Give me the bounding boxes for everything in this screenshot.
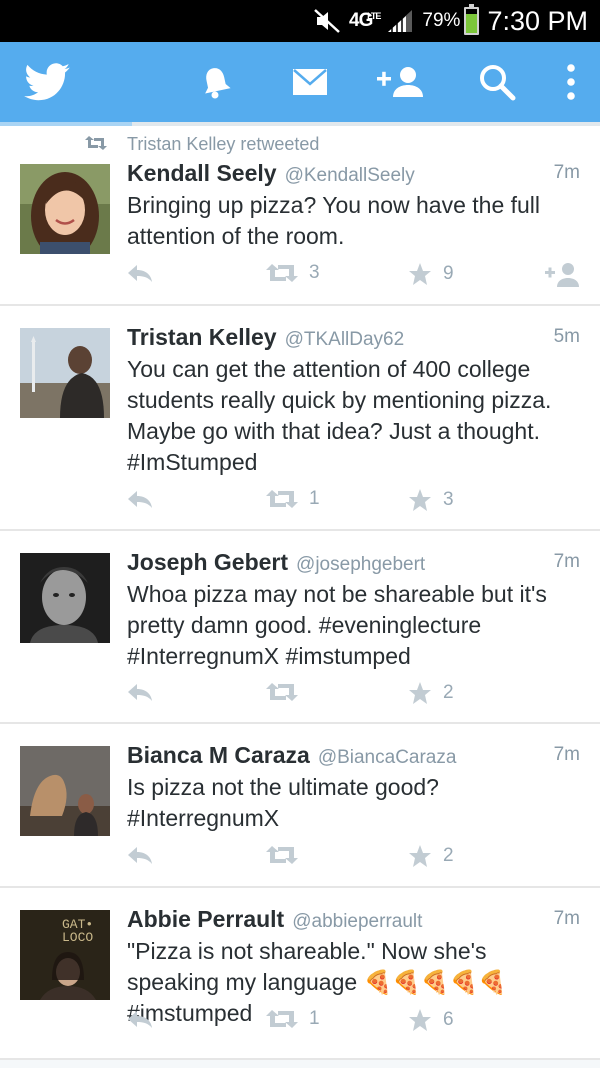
- author-name[interactable]: Joseph Gebert: [127, 549, 288, 576]
- tweet[interactable]: GAT• LOCO Abbie Perrault @abbieperrault …: [0, 888, 600, 1058]
- author-handle[interactable]: @KendallSeely: [285, 165, 415, 187]
- follow-icon[interactable]: [544, 262, 580, 288]
- retweet-count: 1: [309, 488, 320, 509]
- retweet-button[interactable]: 1: [265, 1008, 320, 1030]
- status-bar: 4G LTE 79% 7:30 PM: [0, 0, 600, 42]
- tweet-actions: 2: [127, 844, 580, 872]
- favorite-count: 2: [443, 845, 454, 866]
- battery-percent: 79%: [422, 10, 461, 31]
- add-user-icon[interactable]: [372, 42, 428, 122]
- author-handle[interactable]: @TKAllDay62: [285, 329, 405, 351]
- author-name[interactable]: Kendall Seely: [127, 160, 277, 187]
- reply-icon[interactable]: [127, 844, 153, 866]
- svg-text:LOCO: LOCO: [62, 930, 93, 945]
- tweet-text: You can get the attention of 400 college…: [127, 356, 552, 475]
- avatar[interactable]: GAT• LOCO: [20, 910, 110, 1000]
- retweet-icon: [84, 134, 108, 157]
- tweet[interactable]: Joseph Gebert @josephgebert 7m Whoa pizz…: [0, 531, 600, 724]
- tweet-actions: 2: [127, 681, 580, 709]
- tweet-text: Whoa pizza may not be shareable but it's…: [127, 581, 547, 669]
- favorite-count: 2: [443, 682, 454, 703]
- tweet-actions: 1 3: [127, 488, 580, 516]
- app-bar: [0, 42, 600, 126]
- reply-icon[interactable]: [127, 1008, 153, 1030]
- timeline: Tristan Kelley retweeted Kendall Seely @…: [0, 126, 600, 1058]
- retweet-count: 3: [309, 262, 320, 283]
- tweet[interactable]: Bianca M Caraza @BiancaCaraza 7m Is pizz…: [0, 724, 600, 888]
- tweet[interactable]: Tristan Kelley retweeted Kendall Seely @…: [0, 126, 600, 306]
- author-handle[interactable]: @BiancaCaraza: [318, 747, 457, 769]
- author-handle[interactable]: @abbieperrault: [292, 911, 422, 933]
- retweet-button[interactable]: [265, 844, 309, 866]
- avatar[interactable]: [20, 553, 110, 643]
- battery-icon: [464, 4, 480, 35]
- retweet-count: 1: [309, 1008, 320, 1029]
- favorite-button[interactable]: 2: [407, 681, 454, 705]
- mute-icon: [313, 8, 341, 34]
- retweet-button[interactable]: 1: [265, 488, 320, 510]
- messages-envelope-icon[interactable]: [288, 42, 332, 122]
- tweet-time: 7m: [553, 908, 580, 929]
- author-name[interactable]: Tristan Kelley: [127, 324, 277, 351]
- notifications-bell-icon[interactable]: [196, 42, 236, 122]
- favorite-count: 9: [443, 263, 454, 284]
- avatar[interactable]: [20, 746, 110, 836]
- tweet-actions: 1 6: [127, 1008, 580, 1036]
- clock: 7:30 PM: [487, 5, 588, 36]
- tweet-actions: 3 9: [127, 262, 580, 290]
- favorite-button[interactable]: 2: [407, 844, 454, 868]
- tweet-time: 7m: [553, 551, 580, 572]
- tweet-time: 7m: [553, 744, 580, 765]
- tweet-time: 5m: [553, 326, 580, 347]
- favorite-button[interactable]: 6: [407, 1008, 454, 1032]
- author-handle[interactable]: @josephgebert: [296, 554, 425, 576]
- overflow-menu-icon[interactable]: [558, 42, 584, 122]
- search-icon[interactable]: [476, 42, 518, 122]
- retweet-button[interactable]: 3: [265, 262, 320, 284]
- favorite-count: 3: [443, 489, 454, 510]
- avatar[interactable]: [20, 328, 110, 418]
- reply-icon[interactable]: [127, 488, 153, 510]
- favorite-button[interactable]: 9: [407, 262, 454, 286]
- reply-icon[interactable]: [127, 681, 153, 703]
- avatar[interactable]: [20, 164, 110, 254]
- author-name[interactable]: Abbie Perrault: [127, 906, 284, 933]
- twitter-logo-icon[interactable]: [22, 42, 72, 122]
- retweet-button[interactable]: [265, 681, 309, 703]
- signal-icon: [386, 8, 414, 34]
- author-name[interactable]: Bianca M Caraza: [127, 742, 310, 769]
- network-type: 4G LTE: [349, 10, 381, 31]
- tweet-time: 7m: [553, 162, 580, 183]
- reply-icon[interactable]: [127, 262, 153, 284]
- tweet[interactable]: Tristan Kelley @TKAllDay62 5m You can ge…: [0, 306, 600, 531]
- favorite-button[interactable]: 3: [407, 488, 454, 512]
- tweet-text: Is pizza not the ultimate good? #Interre…: [127, 774, 439, 831]
- retweeted-by: Tristan Kelley retweeted: [127, 134, 320, 154]
- tweet-text: Bringing up pizza? You now have the full…: [127, 192, 541, 249]
- next-tweet-edge: [0, 1058, 600, 1068]
- favorite-count: 6: [443, 1009, 454, 1030]
